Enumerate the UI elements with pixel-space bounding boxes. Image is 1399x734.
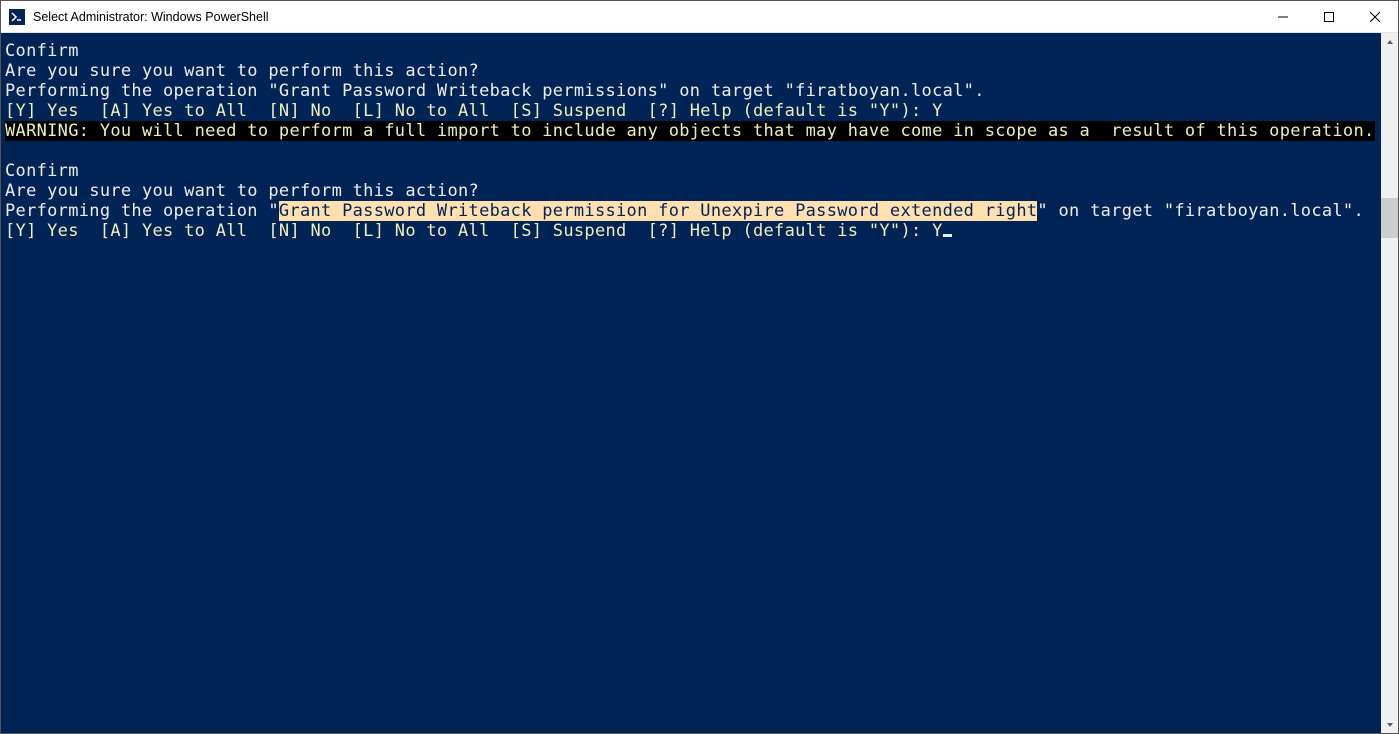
minimize-button[interactable] [1260,1,1306,32]
op-post: " on target "firatboyan.local". [1037,201,1364,221]
terminal-output[interactable]: ConfirmAre you sure you want to perform … [1,33,1381,733]
confirm-heading-1: Confirm [5,41,1381,61]
prompt-text-2: [Y] Yes [A] Yes to All [N] No [L] No to … [5,221,943,241]
op-highlight: Grant Password Writeback permission for … [279,201,1038,221]
blank-line [5,141,1381,161]
window-controls [1260,1,1398,32]
content-area: ConfirmAre you sure you want to perform … [1,33,1398,733]
confirm-question-2: Are you sure you want to perform this ac… [5,181,1381,201]
window-title: Select Administrator: Windows PowerShell [33,10,1260,24]
confirm-operation-2: Performing the operation "Grant Password… [5,201,1381,221]
warning-text: WARNING: You will need to perform a full… [5,121,1375,141]
op-pre: Performing the operation " [5,201,279,221]
confirm-prompt-2: [Y] Yes [A] Yes to All [N] No [L] No to … [5,221,1381,241]
confirm-operation-1: Performing the operation "Grant Password… [5,81,1381,101]
vertical-scrollbar[interactable] [1381,33,1398,733]
powershell-window: Select Administrator: Windows PowerShell… [0,0,1399,734]
scroll-up-arrow-icon[interactable] [1381,33,1398,50]
confirm-heading-2: Confirm [5,161,1381,181]
titlebar[interactable]: Select Administrator: Windows PowerShell [1,1,1398,33]
close-button[interactable] [1352,1,1398,32]
maximize-button[interactable] [1306,1,1352,32]
confirm-question-1: Are you sure you want to perform this ac… [5,61,1381,81]
powershell-icon [9,9,25,25]
scroll-down-arrow-icon[interactable] [1381,716,1398,733]
scroll-track[interactable] [1381,50,1398,716]
confirm-prompt-1: [Y] Yes [A] Yes to All [N] No [L] No to … [5,101,1381,121]
text-cursor [943,234,952,237]
scroll-thumb[interactable] [1381,198,1398,238]
warning-line: WARNING: You will need to perform a full… [5,121,1381,141]
